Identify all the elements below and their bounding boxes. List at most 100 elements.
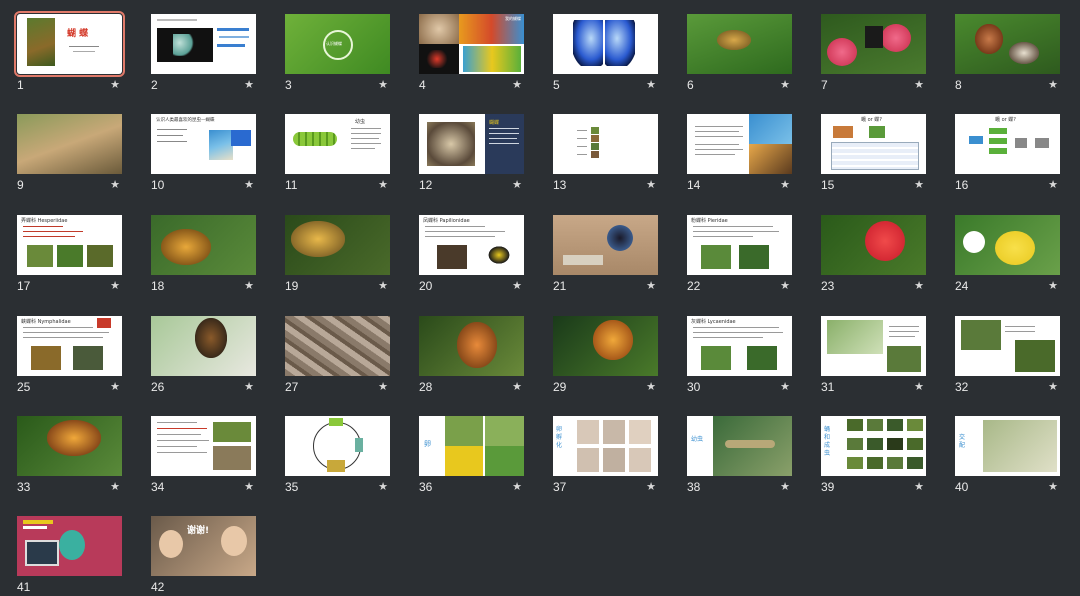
slide-thumbnail[interactable] [419,316,524,376]
slide-number: 1 [17,78,24,92]
slide-15[interactable]: 蛾 or 蝶? 15 ★ [821,114,926,194]
slide-3[interactable]: 认识蝴蝶 3 ★ [285,14,390,94]
slide-27[interactable]: 27 ★ [285,316,390,396]
slide-thumbnail[interactable] [821,316,926,376]
slide-thumbnail[interactable] [151,215,256,275]
slide-38[interactable]: 幼虫 38 ★ [687,416,792,496]
star-icon: ★ [1048,279,1058,292]
slide-16[interactable]: 蛾 or 蝶? 16 ★ [955,114,1060,194]
slide-number: 8 [955,78,962,92]
slide-33[interactable]: 33 ★ [17,416,122,496]
slide-28[interactable]: 28 ★ [419,316,524,396]
slide-thumbnail[interactable]: 灰蝶科 Lycaenidae [687,316,792,376]
slide-thumbnail[interactable] [553,316,658,376]
slide-31[interactable]: 31 ★ [821,316,926,396]
slide-2[interactable]: 2 ★ [151,14,256,94]
slide-14[interactable]: 14 ★ [687,114,792,194]
slide-12[interactable]: 蝴蝶 12 ★ [419,114,524,194]
slide-thumbnail[interactable]: 蛾 or 蝶? [955,114,1060,174]
slide-8[interactable]: 8 ★ [955,14,1060,94]
star-icon: ★ [512,480,522,493]
slide-thumbnail[interactable]: 蛾 or 蝶? [821,114,926,174]
slide-thumbnail[interactable] [285,316,390,376]
slide-22[interactable]: 粉蝶科 Pieridae 22 ★ [687,215,792,295]
slide-thumbnail[interactable]: 我的蝴蝶 [419,14,524,74]
slide-thumbnail[interactable]: 粉蝶科 Pieridae [687,215,792,275]
slide-thumbnail[interactable]: 卵孵化 [553,416,658,476]
slide-4[interactable]: 我的蝴蝶 4 ★ [419,14,524,94]
slide-thumbnail[interactable] [955,215,1060,275]
slide-thumbnail[interactable] [821,215,926,275]
slide-thumbnail[interactable]: 蛱蝶科 Nymphalidae [17,316,122,376]
slide-thumbnail[interactable] [17,114,122,174]
slide-10[interactable]: 认识人类最喜欢的昆虫—蝴蝶 10 ★ [151,114,256,194]
slide-7[interactable]: 7 ★ [821,14,926,94]
slide-number: 6 [687,78,694,92]
slide-label: 幼虫 [691,436,704,443]
slide-thumbnail[interactable] [955,14,1060,74]
slide-thumbnail[interactable]: 卵 [419,416,524,476]
slide-title: 蛱蝶科 Nymphalidae [21,319,71,325]
slide-19[interactable]: 19 ★ [285,215,390,295]
slide-40[interactable]: 交配 40 ★ [955,416,1060,496]
slide-thumbnail[interactable] [17,516,122,576]
slide-42[interactable]: 谢谢! 42 [151,516,256,596]
slide-13[interactable]: 13 ★ [553,114,658,194]
slide-35[interactable]: 35 ★ [285,416,390,496]
star-icon: ★ [378,78,388,91]
slide-thumbnail[interactable] [151,416,256,476]
slide-thumbnail[interactable] [553,14,658,74]
star-icon: ★ [512,380,522,393]
slide-34[interactable]: 34 ★ [151,416,256,496]
slide-thumbnail[interactable]: 凤蝶科 Papilionidae [419,215,524,275]
slide-thumbnail[interactable]: 交配 [955,416,1060,476]
slide-thumbnail[interactable] [151,14,256,74]
slide-thumbnail[interactable]: 幼虫 [687,416,792,476]
slide-29[interactable]: 29 ★ [553,316,658,396]
slide-thumbnail[interactable] [151,316,256,376]
slide-30[interactable]: 灰蝶科 Lycaenidae 30 ★ [687,316,792,396]
slide-9[interactable]: 9 ★ [17,114,122,194]
slide-6[interactable]: 6 ★ [687,14,792,94]
slide-1[interactable]: 蝴 蝶 1 ★ [14,11,125,94]
slide-thumbnail[interactable]: 蝴 蝶 [14,11,125,77]
slide-26[interactable]: 26 ★ [151,316,256,396]
slide-32[interactable]: 32 ★ [955,316,1060,396]
slide-20[interactable]: 凤蝶科 Papilionidae 20 ★ [419,215,524,295]
slide-thumbnail[interactable] [553,215,658,275]
slide-thumbnail[interactable] [687,114,792,174]
slide-17[interactable]: 弄蝶科 Hesperiidae 17 ★ [17,215,122,295]
slide-thumbnail[interactable] [821,14,926,74]
slide-thumbnail[interactable]: 谢谢! [151,516,256,576]
slide-23[interactable]: 23 ★ [821,215,926,295]
star-icon: ★ [780,178,790,191]
star-icon: ★ [914,178,924,191]
slide-thumbnail[interactable]: 蛹和成虫 [821,416,926,476]
slide-thumbnail[interactable]: 弄蝶科 Hesperiidae [17,215,122,275]
star-icon: ★ [512,78,522,91]
slide-thumbnail[interactable] [285,416,390,476]
slide-21[interactable]: 21 ★ [553,215,658,295]
star-icon: ★ [110,78,120,91]
slide-thumbnail[interactable]: 认识人类最喜欢的昆虫—蝴蝶 [151,114,256,174]
slide-thumbnail[interactable]: 幼虫 [285,114,390,174]
slide-thumbnail[interactable] [285,215,390,275]
slide-39[interactable]: 蛹和成虫 39 ★ [821,416,926,496]
slide-18[interactable]: 18 ★ [151,215,256,295]
slide-37[interactable]: 卵孵化 37 ★ [553,416,658,496]
slide-title: 弄蝶科 Hesperiidae [21,218,68,224]
slide-number: 32 [955,380,969,394]
slide-25[interactable]: 蛱蝶科 Nymphalidae 25 ★ [17,316,122,396]
slide-thumbnail[interactable] [687,14,792,74]
slide-thumbnail[interactable]: 认识蝴蝶 [285,14,390,74]
slide-thumbnail[interactable] [17,416,122,476]
slide-thumbnail[interactable]: 蝴蝶 [419,114,524,174]
slide-41[interactable]: 41 [17,516,122,596]
slide-36[interactable]: 卵 36 ★ [419,416,524,496]
slide-24[interactable]: 24 ★ [955,215,1060,295]
slide-thumbnail[interactable] [553,114,658,174]
slide-thumbnail[interactable] [955,316,1060,376]
slide-5[interactable]: 5 ★ [553,14,658,94]
slide-number: 22 [687,279,701,293]
slide-11[interactable]: 幼虫 11 ★ [285,114,390,194]
